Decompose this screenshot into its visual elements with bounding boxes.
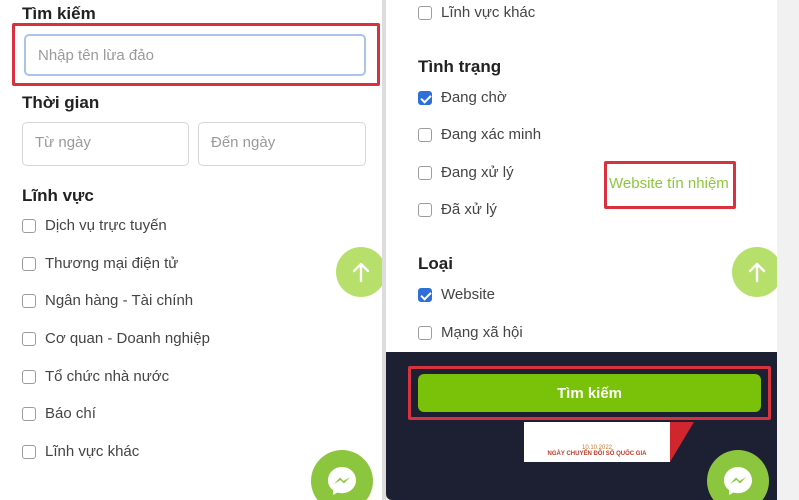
scroll-top-button[interactable] bbox=[732, 247, 777, 297]
status-heading: Tình trạng bbox=[418, 57, 502, 76]
type-checkbox-row[interactable]: Website bbox=[418, 286, 495, 303]
checkbox[interactable] bbox=[22, 444, 36, 459]
status-checkbox-row[interactable]: Đang xử lý bbox=[418, 164, 514, 181]
checkbox[interactable] bbox=[418, 287, 432, 302]
highlight-trusted-link bbox=[604, 161, 736, 209]
field-checkbox-row[interactable]: Lĩnh vực khác bbox=[22, 443, 139, 460]
checkbox[interactable] bbox=[418, 90, 432, 105]
status-label: Đang chờ bbox=[441, 89, 507, 106]
messenger-button[interactable] bbox=[311, 450, 373, 500]
field-label: Lĩnh vực khác bbox=[441, 4, 536, 21]
checkbox[interactable] bbox=[418, 325, 432, 340]
checkbox[interactable] bbox=[418, 127, 432, 142]
field-checkbox-row[interactable]: Lĩnh vực khác bbox=[418, 4, 535, 21]
to-date-input[interactable]: Đến ngày bbox=[198, 122, 366, 166]
field-label: Dịch vụ trực tuyến bbox=[45, 217, 167, 234]
checkbox[interactable] bbox=[418, 165, 432, 180]
checkbox[interactable] bbox=[22, 256, 36, 271]
field-checkbox-row[interactable]: Thương mại điện tử bbox=[22, 255, 178, 272]
field-checkbox-row[interactable]: Báo chí bbox=[22, 405, 96, 422]
field-label: Cơ quan - Doanh nghiệp bbox=[45, 330, 210, 347]
status-checkbox-row[interactable]: Đang xác minh bbox=[418, 126, 541, 143]
banner-flag-shape bbox=[670, 422, 694, 462]
time-heading: Thời gian bbox=[22, 93, 100, 112]
page-edge bbox=[777, 0, 799, 500]
checkbox[interactable] bbox=[22, 218, 36, 233]
type-heading: Loại bbox=[418, 254, 453, 273]
type-label: Website bbox=[441, 286, 495, 303]
type-checkbox-row[interactable]: Mạng xã hội bbox=[418, 324, 523, 341]
status-label: Đang xác minh bbox=[441, 126, 542, 143]
status-checkbox-row[interactable]: Đang chờ bbox=[418, 89, 507, 106]
checkbox[interactable] bbox=[22, 406, 36, 421]
field-heading: Lĩnh vực bbox=[22, 186, 94, 205]
field-label: Ngân hàng - Tài chính bbox=[45, 292, 194, 309]
right-search-panel: Lĩnh vực khác Tình trạng Đang chờ Đang x… bbox=[386, 0, 777, 500]
checkbox[interactable] bbox=[22, 331, 36, 346]
highlight-search-button bbox=[408, 366, 771, 420]
checkbox[interactable] bbox=[418, 202, 432, 217]
arrow-up-icon bbox=[748, 262, 766, 283]
field-checkbox-row[interactable]: Cơ quan - Doanh nghiệp bbox=[22, 330, 210, 347]
field-checkbox-row[interactable]: Tổ chức nhà nước bbox=[22, 368, 169, 385]
scroll-top-button[interactable] bbox=[336, 247, 382, 297]
field-checkbox-row[interactable]: Dịch vụ trực tuyến bbox=[22, 217, 167, 234]
checkbox[interactable] bbox=[418, 5, 432, 20]
status-label: Đang xử lý bbox=[441, 164, 514, 181]
type-label: Mạng xã hội bbox=[441, 324, 523, 341]
status-checkbox-row[interactable]: Đã xử lý bbox=[418, 201, 497, 218]
left-search-panel: Tìm kiếm Nhập tên lừa đảo Thời gian Từ n… bbox=[0, 0, 382, 500]
field-label: Thương mại điện tử bbox=[45, 255, 179, 272]
field-label: Tổ chức nhà nước bbox=[45, 368, 170, 385]
national-digital-day-banner: 10.10.2022 NGÀY CHUYỂN ĐỔI SỐ QUỐC GIA bbox=[524, 422, 670, 462]
field-label: Báo chí bbox=[45, 405, 96, 422]
status-label: Đã xử lý bbox=[441, 201, 497, 218]
messenger-icon bbox=[724, 467, 752, 495]
checkbox[interactable] bbox=[22, 369, 36, 384]
banner-text: NGÀY CHUYỂN ĐỔI SỐ QUỐC GIA bbox=[547, 451, 647, 457]
checkbox[interactable] bbox=[22, 293, 36, 308]
from-date-input[interactable]: Từ ngày bbox=[22, 122, 189, 166]
messenger-icon bbox=[328, 467, 356, 495]
field-label: Lĩnh vực khác bbox=[45, 443, 140, 460]
highlight-search-input bbox=[12, 23, 380, 86]
arrow-up-icon bbox=[352, 262, 370, 283]
field-checkbox-row[interactable]: Ngân hàng - Tài chính bbox=[22, 292, 193, 309]
search-heading: Tìm kiếm bbox=[22, 4, 96, 23]
